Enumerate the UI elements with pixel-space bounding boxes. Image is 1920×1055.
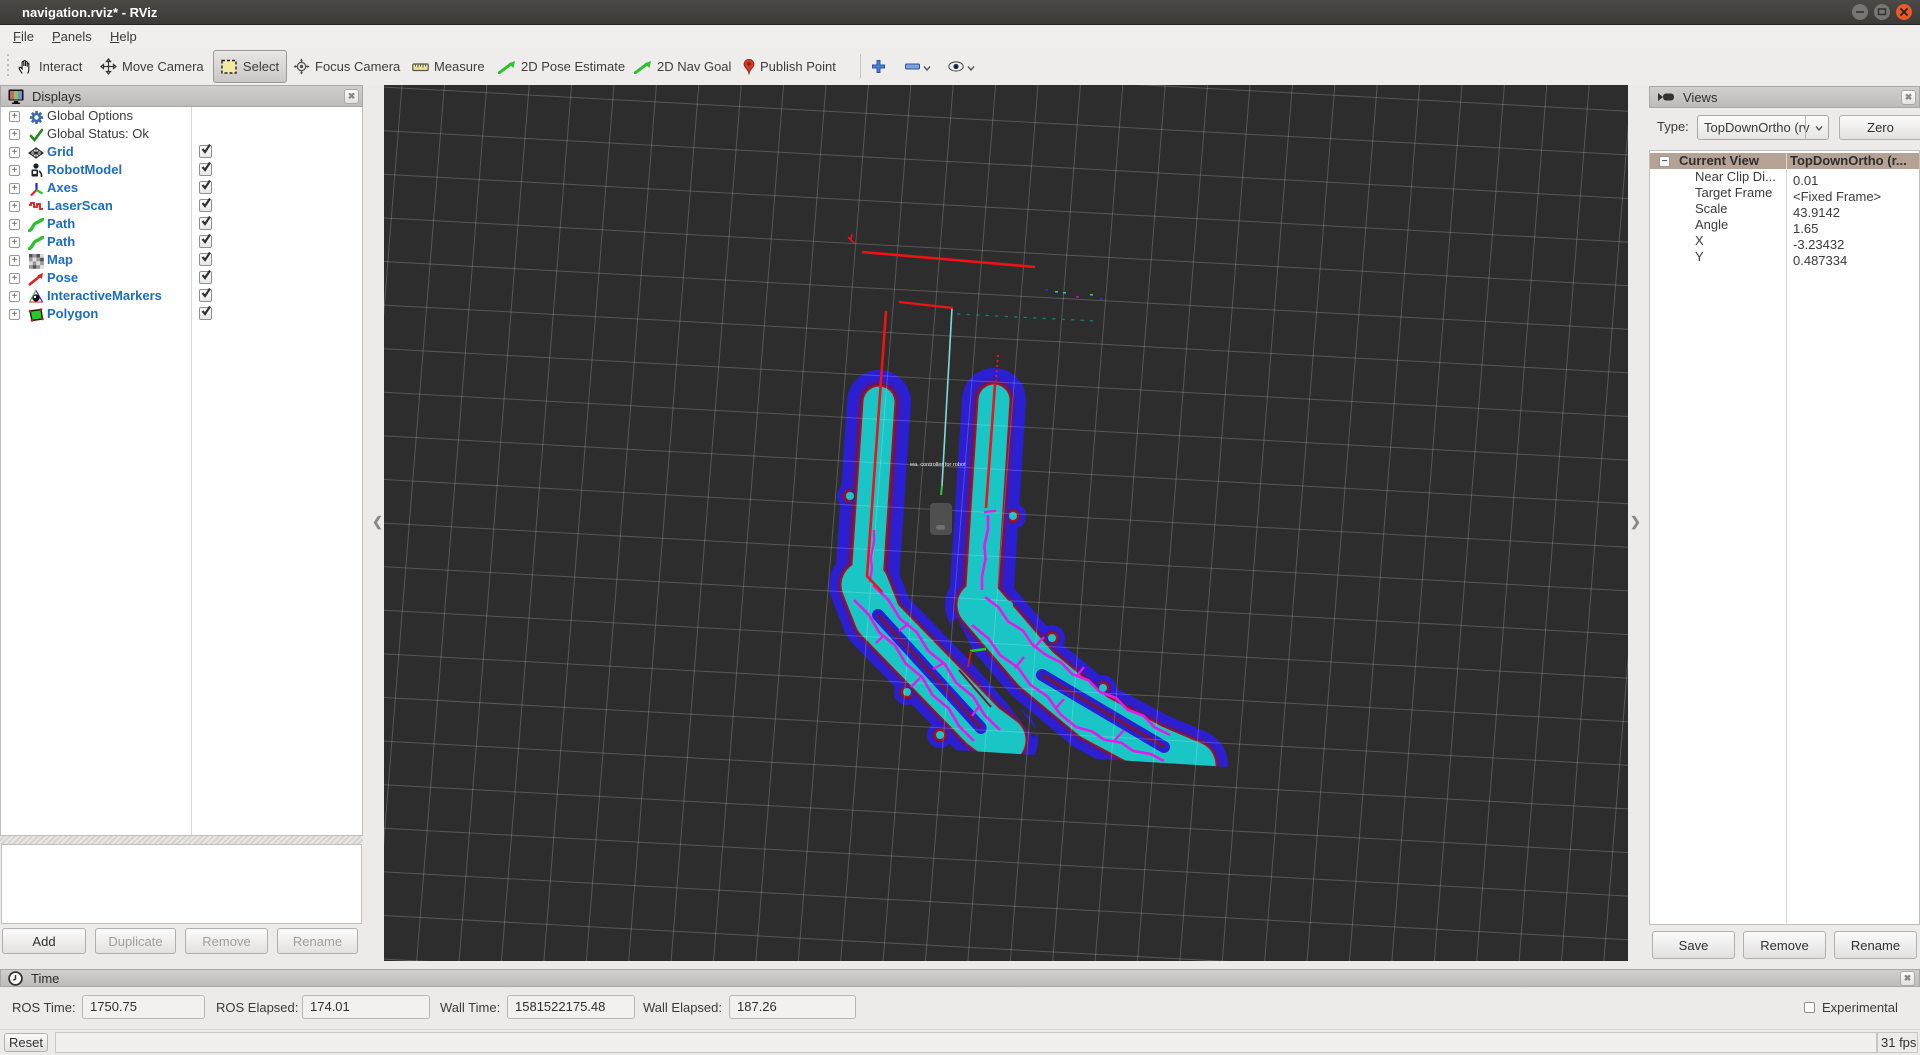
- svg-text:wa. controller for robot: wa. controller for robot: [909, 462, 966, 468]
